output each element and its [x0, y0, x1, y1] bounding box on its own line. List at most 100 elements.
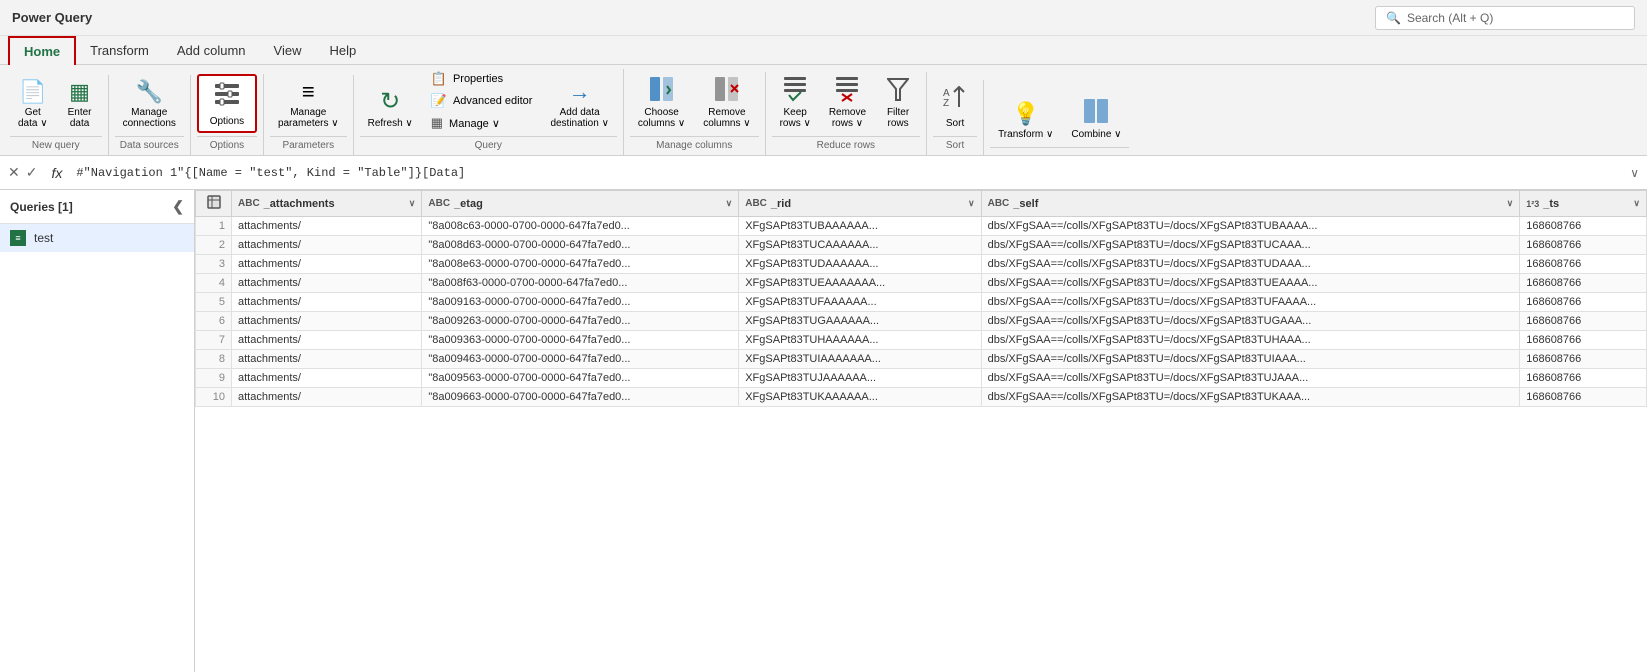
- cell-rid: XFgSAPt83TUIAAAAAAA...: [739, 350, 981, 369]
- queries-panel: Queries [1] ❮ ≡ test: [0, 190, 195, 672]
- group-reduce-rows: Keeprows ∨ Removerows ∨: [766, 72, 927, 155]
- table-row: 1 attachments/ "8a008c63-0000-0700-0000-…: [196, 217, 1647, 236]
- col-name-self: _self: [1013, 198, 1038, 210]
- cell-rownum: 7: [196, 331, 232, 350]
- manage-button[interactable]: ▦ Manage ∨: [423, 113, 541, 133]
- table-row: 3 attachments/ "8a008e63-0000-0700-0000-…: [196, 255, 1647, 274]
- add-data-destination-label: Add datadestination ∨: [550, 107, 608, 129]
- tab-transform[interactable]: Transform: [76, 36, 163, 64]
- sort-button[interactable]: A Z Sort: [933, 80, 977, 133]
- col-header-ts: 1²3 _ts ∨: [1520, 191, 1647, 217]
- col-dropdown-rid[interactable]: ∨: [968, 198, 975, 209]
- formula-cancel-icon[interactable]: ✕: [8, 164, 20, 181]
- svg-text:Z: Z: [943, 98, 949, 109]
- group-query: ↻ Refresh ∨ 📋 Properties 📝 Advanced edit…: [354, 69, 624, 155]
- cell-ts: 168608766: [1520, 369, 1647, 388]
- cell-ts: 168608766: [1520, 217, 1647, 236]
- cell-rid: XFgSAPt83TUHAAAAAA...: [739, 331, 981, 350]
- cell-ts: 168608766: [1520, 236, 1647, 255]
- group-reduce-rows-items: Keeprows ∨ Removerows ∨: [772, 72, 920, 133]
- queries-collapse-button[interactable]: ❮: [172, 198, 184, 215]
- query-item-test[interactable]: ≡ test: [0, 224, 194, 252]
- manage-parameters-icon: ≡: [302, 79, 315, 105]
- cell-rid: XFgSAPt83TUCAAAAAA...: [739, 236, 981, 255]
- formula-expand-icon[interactable]: ∨: [1630, 166, 1639, 180]
- col-dropdown-self[interactable]: ∨: [1507, 198, 1514, 209]
- choose-columns-icon: [649, 76, 675, 105]
- col-dropdown-ts[interactable]: ∨: [1633, 198, 1640, 209]
- cell-ts: 168608766: [1520, 350, 1647, 369]
- refresh-icon: ↻: [380, 87, 400, 116]
- advanced-editor-button[interactable]: 📝 Advanced editor: [423, 91, 541, 111]
- choose-columns-button[interactable]: Choosecolumns ∨: [630, 72, 693, 133]
- add-data-destination-button[interactable]: → Add datadestination ∨: [542, 75, 616, 133]
- table-row: 10 attachments/ "8a009663-0000-0700-0000…: [196, 388, 1647, 407]
- properties-button[interactable]: 📋 Properties: [423, 69, 541, 89]
- get-data-button[interactable]: 📄 Getdata ∨: [10, 75, 56, 133]
- get-data-label: Getdata ∨: [18, 107, 48, 129]
- cell-etag: "8a009463-0000-0700-0000-647fa7ed0...: [422, 350, 739, 369]
- enter-data-button[interactable]: ▦ Enterdata: [58, 75, 102, 133]
- col-name-ts: _ts: [1543, 198, 1559, 210]
- cell-rownum: 3: [196, 255, 232, 274]
- cell-self: dbs/XFgSAA==/colls/XFgSAPt83TU=/docs/XFg…: [981, 312, 1520, 331]
- remove-rows-button[interactable]: Removerows ∨: [821, 72, 874, 133]
- combine-label: Combine ∨: [1071, 129, 1121, 140]
- search-placeholder: Search (Alt + Q): [1407, 11, 1493, 25]
- options-button[interactable]: Options: [197, 74, 257, 133]
- cell-etag: "8a008d63-0000-0700-0000-647fa7ed0...: [422, 236, 739, 255]
- table-body: 1 attachments/ "8a008c63-0000-0700-0000-…: [196, 217, 1647, 407]
- ribbon-content: 📄 Getdata ∨ ▦ Enterdata New query 🔧 Mana…: [0, 65, 1647, 155]
- cell-rownum: 6: [196, 312, 232, 331]
- refresh-button[interactable]: ↻ Refresh ∨: [360, 83, 421, 133]
- cell-rid: XFgSAPt83TUKAAAAAA...: [739, 388, 981, 407]
- tab-add-column[interactable]: Add column: [163, 36, 260, 64]
- col-dropdown-attachments[interactable]: ∨: [409, 198, 416, 209]
- cell-etag: "8a009163-0000-0700-0000-647fa7ed0...: [422, 293, 739, 312]
- group-query-label: Query: [360, 136, 617, 153]
- cell-attachments: attachments/: [232, 388, 422, 407]
- keep-rows-button[interactable]: Keeprows ∨: [772, 72, 819, 133]
- group-new-query-label: New query: [10, 136, 102, 153]
- table-row: 8 attachments/ "8a009463-0000-0700-0000-…: [196, 350, 1647, 369]
- cell-ts: 168608766: [1520, 388, 1647, 407]
- transform-button[interactable]: 💡 Transform ∨: [990, 97, 1061, 144]
- transform-icon: 💡: [1012, 101, 1039, 127]
- tab-home[interactable]: Home: [8, 36, 76, 65]
- cell-attachments: attachments/: [232, 293, 422, 312]
- search-icon: 🔍: [1386, 11, 1401, 25]
- table-row: 6 attachments/ "8a009263-0000-0700-0000-…: [196, 312, 1647, 331]
- group-parameters-items: ≡ Manageparameters ∨: [270, 75, 347, 133]
- advanced-editor-label: Advanced editor: [453, 95, 533, 107]
- cell-self: dbs/XFgSAA==/colls/XFgSAPt83TU=/docs/XFg…: [981, 274, 1520, 293]
- col-name-rid: _rid: [771, 198, 791, 210]
- search-box[interactable]: 🔍 Search (Alt + Q): [1375, 6, 1635, 30]
- manage-parameters-button[interactable]: ≡ Manageparameters ∨: [270, 75, 347, 133]
- col-dropdown-etag[interactable]: ∨: [726, 198, 733, 209]
- formula-input[interactable]: [76, 166, 1622, 180]
- group-reduce-rows-label: Reduce rows: [772, 136, 920, 153]
- group-parameters: ≡ Manageparameters ∨ Parameters: [264, 75, 354, 155]
- remove-columns-button[interactable]: Removecolumns ∨: [695, 72, 758, 133]
- cell-rownum: 10: [196, 388, 232, 407]
- group-options-items: Options: [197, 74, 257, 133]
- table-row: 4 attachments/ "8a008f63-0000-0700-0000-…: [196, 274, 1647, 293]
- cell-rid: XFgSAPt83TUGAAAAAA...: [739, 312, 981, 331]
- group-new-query: 📄 Getdata ∨ ▦ Enterdata New query: [4, 75, 109, 155]
- cell-etag: "8a008e63-0000-0700-0000-647fa7ed0...: [422, 255, 739, 274]
- cell-rownum: 8: [196, 350, 232, 369]
- manage-connections-button[interactable]: 🔧 Manageconnections: [115, 75, 184, 133]
- formula-confirm-icon[interactable]: ✓: [26, 164, 38, 181]
- filter-rows-icon: [887, 76, 909, 105]
- cell-etag: "8a009363-0000-0700-0000-647fa7ed0...: [422, 331, 739, 350]
- cell-self: dbs/XFgSAA==/colls/XFgSAPt83TU=/docs/XFg…: [981, 350, 1520, 369]
- col-header-self: ABC _self ∨: [981, 191, 1520, 217]
- filter-rows-button[interactable]: Filterrows: [876, 72, 920, 133]
- col-name-attachments: _attachments: [264, 198, 335, 210]
- tab-help[interactable]: Help: [315, 36, 370, 64]
- cell-ts: 168608766: [1520, 293, 1647, 312]
- combine-button[interactable]: Combine ∨: [1063, 94, 1129, 144]
- group-manage-columns-items: Choosecolumns ∨ Removecolumns ∨: [630, 72, 759, 133]
- tab-view[interactable]: View: [260, 36, 316, 64]
- manage-parameters-label: Manageparameters ∨: [278, 107, 339, 129]
